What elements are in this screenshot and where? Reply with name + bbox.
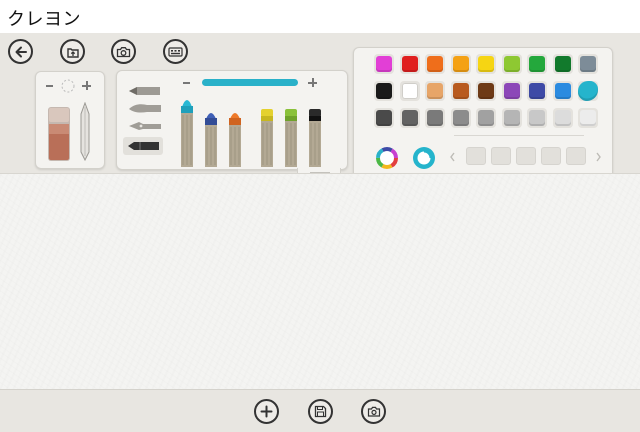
- color-swatch[interactable]: [427, 56, 443, 72]
- eyedropper-icon[interactable]: [411, 145, 437, 171]
- color-swatch[interactable]: [376, 56, 392, 72]
- keyboard-icon: [168, 46, 183, 57]
- color-wheel-icon[interactable]: [374, 145, 400, 171]
- color-swatch[interactable]: [427, 110, 443, 126]
- chevron-left-icon[interactable]: [449, 152, 456, 162]
- share-button[interactable]: [361, 399, 386, 424]
- custom-color-slot[interactable]: [541, 147, 561, 165]
- smudge-stick-icon[interactable]: [79, 102, 91, 162]
- import-folder-icon: [66, 47, 79, 58]
- opacity-decrease-button[interactable]: [183, 82, 190, 84]
- drawing-canvas[interactable]: [0, 173, 640, 389]
- ink-brush-icon[interactable]: [127, 101, 165, 115]
- color-swatch[interactable]: [427, 83, 443, 99]
- crayon-brush-icon[interactable]: [125, 139, 163, 153]
- color-swatch[interactable]: [529, 56, 545, 72]
- keyboard-button[interactable]: [163, 39, 188, 64]
- custom-color-slot[interactable]: [466, 147, 486, 165]
- camera-icon: [116, 46, 131, 57]
- add-icon: [260, 405, 273, 418]
- opacity-increase-button[interactable]: [308, 78, 317, 87]
- brush-size-preview-icon: [61, 79, 75, 93]
- size-decrease-button[interactable]: [46, 85, 53, 87]
- color-swatch[interactable]: [529, 110, 545, 126]
- color-swatch[interactable]: [401, 83, 418, 99]
- color-swatch[interactable]: [580, 56, 596, 72]
- size-increase-button[interactable]: [82, 81, 91, 90]
- color-swatch[interactable]: [452, 56, 469, 72]
- size-panel: [35, 71, 105, 169]
- crayon-blue[interactable]: [204, 107, 218, 167]
- crayon-black[interactable]: [308, 109, 322, 167]
- crayon-green[interactable]: [284, 109, 298, 167]
- pencil-brush-icon[interactable]: [127, 84, 165, 98]
- color-swatch[interactable]: [503, 110, 520, 126]
- camera-button[interactable]: [111, 39, 136, 64]
- back-arrow-icon: [15, 46, 27, 57]
- size-slider[interactable]: [202, 79, 298, 86]
- color-swatch[interactable]: [554, 83, 571, 99]
- crayon-orange[interactable]: [228, 107, 242, 167]
- chevron-right-icon[interactable]: [595, 152, 602, 162]
- save-button[interactable]: [308, 399, 333, 424]
- color-swatch[interactable]: [452, 110, 469, 126]
- brush-panel: [116, 70, 348, 170]
- color-swatch[interactable]: [580, 110, 596, 126]
- color-swatch[interactable]: [478, 83, 494, 99]
- color-swatch[interactable]: [554, 56, 571, 72]
- share-camera-icon: [367, 406, 380, 417]
- custom-color-slot[interactable]: [491, 147, 511, 165]
- new-drawing-button[interactable]: [254, 399, 279, 424]
- color-swatch[interactable]: [529, 83, 545, 99]
- app-title: クレヨン: [7, 9, 81, 30]
- custom-color-slot[interactable]: [516, 147, 536, 165]
- color-swatch[interactable]: [478, 56, 494, 72]
- color-swatch[interactable]: [478, 110, 494, 126]
- color-swatch[interactable]: [554, 110, 571, 126]
- color-swatch[interactable]: [401, 56, 418, 72]
- pen-nib-icon[interactable]: [127, 119, 165, 133]
- custom-color-slot[interactable]: [566, 147, 586, 165]
- eraser-icon[interactable]: [47, 106, 71, 162]
- crayon-cyan[interactable]: [180, 93, 194, 167]
- crayon-yellow[interactable]: [260, 109, 274, 167]
- title-bar: クレヨン: [0, 0, 640, 33]
- color-swatch[interactable]: [376, 110, 392, 126]
- color-palette-panel: [353, 47, 613, 181]
- color-swatch[interactable]: [452, 83, 469, 99]
- divider: [454, 135, 584, 136]
- color-swatch[interactable]: [503, 83, 520, 99]
- color-swatch[interactable]: [376, 83, 392, 99]
- color-swatch[interactable]: [401, 110, 418, 126]
- back-button[interactable]: [8, 39, 33, 64]
- import-button[interactable]: [60, 39, 85, 64]
- color-swatch[interactable]: [503, 56, 520, 72]
- save-icon: [314, 405, 327, 418]
